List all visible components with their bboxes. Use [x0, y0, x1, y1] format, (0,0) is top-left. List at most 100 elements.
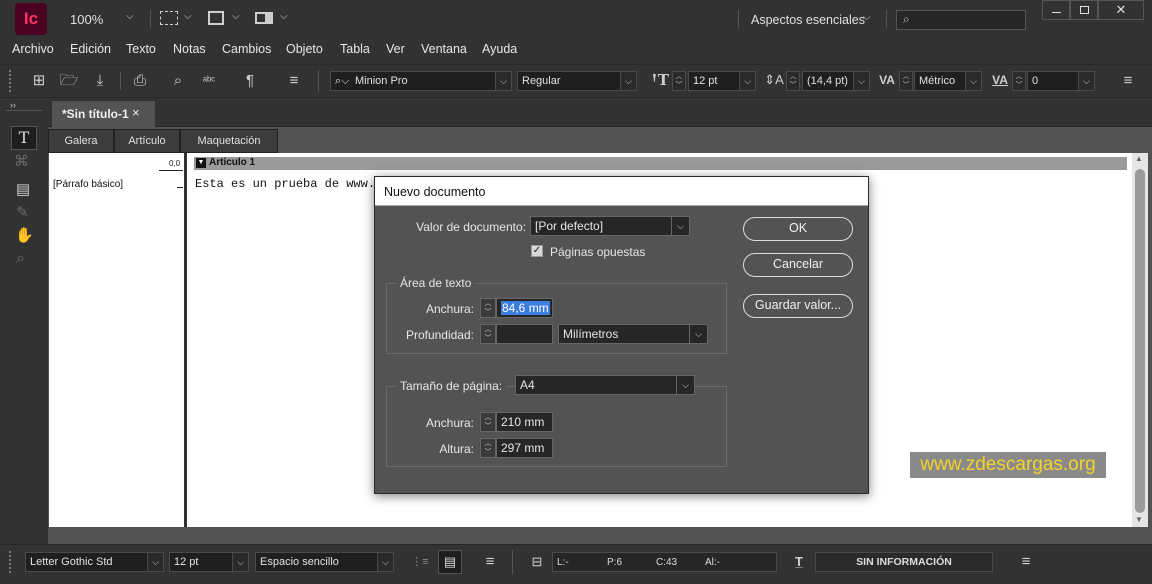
chevron-down-icon[interactable]: ⌵ [184, 11, 192, 22]
units-select[interactable]: Milímetros ⌵ [558, 324, 708, 344]
note-tool-icon[interactable]: ▤ [16, 180, 30, 198]
height-value: Al:- [705, 557, 720, 568]
page-width-input[interactable]: 210 mm [496, 412, 553, 432]
page-width-stepper[interactable]: ︿ ﹀ [480, 412, 496, 432]
tracking-stepper[interactable]: ︿ ﹀ [1012, 71, 1026, 91]
chevron-up-icon[interactable]: ▲ [1135, 154, 1143, 163]
status-spacing-select[interactable]: Espacio sencillo ⌵ [255, 552, 394, 572]
chevron-down-icon[interactable]: ⌵ [126, 11, 134, 22]
chevron-down-icon[interactable]: ⌵ [853, 72, 869, 90]
find-icon[interactable]: ⌕ [168, 71, 188, 91]
document-tab[interactable]: *Sin título-1 × [52, 101, 155, 127]
chevron-down-icon[interactable]: ⌵ [280, 11, 288, 22]
vertical-scrollbar[interactable]: ▲ ▼ [1132, 153, 1148, 527]
menu-ventana[interactable]: Ventana [421, 42, 467, 56]
eyedropper-icon[interactable]: ✎ [16, 203, 29, 221]
open-folder-icon[interactable]: 🗁 [59, 71, 79, 91]
chevron-down-icon[interactable]: ⌵ [863, 12, 871, 23]
save-icon[interactable]: ⤓ [90, 71, 110, 91]
font-size-stepper[interactable]: ︿ ﹀ [672, 71, 686, 91]
type-tool-icon[interactable]: T [11, 126, 37, 150]
tab-maquetacion[interactable]: Maquetación [180, 129, 278, 153]
scrollbar-thumb[interactable] [1135, 169, 1145, 513]
close-icon[interactable]: ✕ [1098, 0, 1144, 20]
leading-select[interactable]: (14,4 pt) ⌵ [802, 71, 870, 91]
preset-select[interactable]: [Por defecto] ⌵ [530, 216, 690, 236]
story-view-icon[interactable]: ▤ [438, 550, 462, 574]
print-icon[interactable]: ⎙ [130, 71, 150, 91]
menu-ver[interactable]: Ver [386, 42, 405, 56]
screen-mode-icon[interactable] [160, 11, 178, 25]
tab-galera[interactable]: Galera [48, 129, 114, 153]
chevron-down-icon[interactable]: ⌵ [965, 72, 981, 90]
page-height-stepper[interactable]: ︿ ﹀ [480, 438, 496, 458]
article-header[interactable]: ▼ Artículo 1 [194, 157, 1127, 170]
font-family-select[interactable]: ⌕⌵ Minion Pro ⌵ [330, 71, 512, 91]
menu-edicion[interactable]: Edición [70, 42, 111, 56]
tab-articulo[interactable]: Artículo [114, 129, 180, 153]
menu-objeto[interactable]: Objeto [286, 42, 323, 56]
chevron-down-icon[interactable]: ⌵ [232, 553, 248, 571]
panel-menu-icon[interactable]: ≡ [1118, 71, 1138, 91]
hamburger-icon[interactable]: ≡ [284, 71, 304, 91]
hand-tool-icon[interactable]: ✋ [15, 226, 34, 244]
story-text[interactable]: Esta es un prueba de www. [195, 177, 375, 191]
cancel-button[interactable]: Cancelar [743, 253, 853, 277]
text-depth-input[interactable] [496, 324, 553, 344]
font-style-select[interactable]: Regular ⌵ [517, 71, 637, 91]
menu-cambios[interactable]: Cambios [222, 42, 271, 56]
chevron-down-icon[interactable]: ⌵ [671, 217, 689, 235]
hamburger-icon[interactable]: ≡ [1016, 552, 1036, 572]
chevron-down-icon[interactable]: ⌵ [495, 72, 511, 90]
font-size-select[interactable]: 12 pt ⌵ [688, 71, 756, 91]
leading-icon: ⇕A [764, 72, 784, 87]
line-numbers-icon[interactable]: ⋮≡ [410, 552, 430, 572]
leading-stepper[interactable]: ︿ ﹀ [786, 71, 800, 91]
hamburger-icon[interactable]: ≡ [480, 552, 500, 572]
menu-notas[interactable]: Notas [173, 42, 206, 56]
collapse-panel-icon[interactable]: ›› [10, 100, 16, 110]
menu-archivo[interactable]: Archivo [12, 42, 54, 56]
ok-button[interactable]: OK [743, 217, 853, 241]
text-depth-stepper[interactable]: ︿ ﹀ [480, 324, 496, 344]
chevron-down-icon[interactable]: ▼ [1135, 515, 1143, 524]
arrange-documents-icon[interactable] [255, 12, 273, 24]
facing-pages-checkbox[interactable]: ✓ [531, 245, 543, 257]
chevron-down-icon[interactable]: ⌵ [1078, 72, 1094, 90]
status-font-select[interactable]: Letter Gothic Std ⌵ [25, 552, 164, 572]
page-size-select[interactable]: A4 ⌵ [515, 375, 695, 395]
new-document-icon[interactable]: ⊞ [29, 71, 49, 91]
menu-tabla[interactable]: Tabla [340, 42, 370, 56]
kerning-select[interactable]: Métrico ⌵ [914, 71, 982, 91]
tracking-select[interactable]: 0 ⌵ [1027, 71, 1095, 91]
minimize-icon[interactable] [1042, 0, 1070, 20]
chevron-down-icon[interactable]: ▼ [196, 158, 206, 168]
menu-texto[interactable]: Texto [126, 42, 156, 56]
page-height-input[interactable]: 297 mm [496, 438, 553, 458]
chevron-down-icon[interactable]: ⌵ [739, 72, 755, 90]
chevron-down-icon[interactable]: ⌵ [232, 11, 240, 22]
zoom-tool-icon[interactable]: ⌕ [16, 250, 25, 268]
type-on-path-icon[interactable]: ⌘ [14, 152, 29, 170]
menu-ayuda[interactable]: Ayuda [482, 42, 517, 56]
pilcrow-icon[interactable]: ¶ [240, 71, 260, 91]
close-icon[interactable]: × [132, 105, 140, 120]
maximize-icon[interactable] [1070, 0, 1098, 20]
chevron-down-icon[interactable]: ⌵ [676, 376, 694, 394]
save-preset-button[interactable]: Guardar valor... [743, 294, 853, 318]
status-size-select[interactable]: 12 pt ⌵ [169, 552, 249, 572]
chevron-down-icon[interactable]: ⌵ [377, 553, 393, 571]
search-input[interactable]: ⌕ [896, 10, 1026, 30]
zoom-level[interactable]: 100% [70, 12, 103, 27]
chevron-down-icon[interactable]: ⌵ [689, 325, 707, 343]
text-width-input[interactable]: 84,6 mm [496, 298, 553, 318]
grip-handle[interactable] [9, 551, 13, 573]
chevron-down-icon[interactable]: ⌵ [620, 72, 636, 90]
spellcheck-icon[interactable]: ᵃᵇᶜ [198, 71, 220, 91]
view-options-icon[interactable] [208, 11, 224, 25]
chevron-down-icon[interactable]: ⌵ [147, 553, 163, 571]
text-width-stepper[interactable]: ︿ ﹀ [480, 298, 496, 318]
workspace-switcher[interactable]: Aspectos esenciales [751, 13, 865, 27]
grip-handle[interactable] [9, 70, 13, 92]
kerning-stepper[interactable]: ︿ ﹀ [899, 71, 913, 91]
